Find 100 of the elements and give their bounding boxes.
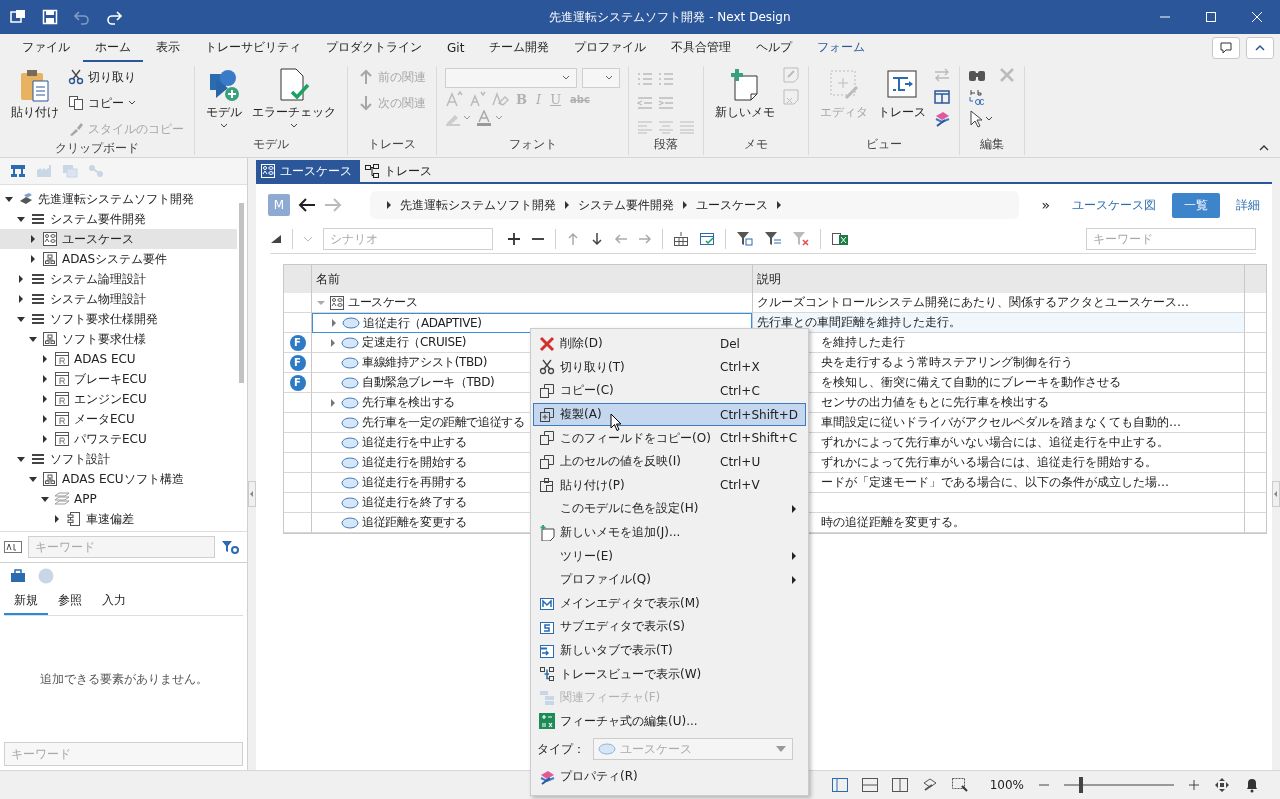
menu-item[interactable]: 切り取り(T) Ctrl+X [533,355,806,380]
tree-view-icon[interactable] [10,164,26,178]
ribbon-tab[interactable]: ファイル [10,34,82,62]
view-tab[interactable]: ユースケース図 [1064,193,1164,217]
tree-item[interactable]: 車速偏差 [0,509,237,529]
breadcrumb-item[interactable]: 先進運転システムソフト開発 [400,196,556,214]
expand-arrow-icon[interactable] [52,514,62,524]
menu-item[interactable]: 新しいタブで表示(T) [533,638,806,663]
tree-item[interactable]: ADASシステム要件 [0,249,237,269]
tree-item[interactable]: 先進運転システムソフト開発 [0,189,237,209]
keyword-field[interactable]: キーワード [1086,227,1256,250]
menu-item[interactable]: メインエディタで表示(M) [533,591,806,616]
chevron-icon[interactable] [682,201,688,209]
tree-item[interactable]: ソフト設計 [0,449,237,469]
table-check-icon[interactable] [699,231,715,246]
collapse-icon[interactable] [1258,143,1270,153]
tree-item[interactable]: ソフト要求仕様 [0,329,237,349]
panel-tab[interactable]: 入力 [92,589,136,615]
add-icon[interactable] [507,231,521,246]
view-tab[interactable]: 詳細 [1228,193,1268,217]
collapse-handle-icon[interactable] [248,481,256,507]
layout-icon[interactable] [831,778,848,792]
panel-tab[interactable]: 参照 [48,589,92,615]
ribbon-tab[interactable]: 不具合管理 [659,34,744,62]
ribbon-tab[interactable]: ヘルプ [744,34,805,62]
menu-item[interactable]: このフィールドをコピー(O) Ctrl+Shift+C [533,426,806,450]
zoom-slider[interactable] [1064,777,1174,793]
move-down-icon[interactable] [590,231,604,246]
tree-item[interactable]: ユースケース [0,229,237,249]
ribbon-tab[interactable]: 表示 [144,34,192,62]
breadcrumb-item[interactable]: ユースケース [696,196,768,214]
comment-button[interactable] [1212,37,1240,59]
zoom-in-icon[interactable] [1188,779,1200,791]
style-icon[interactable] [921,778,938,792]
clear-filter-icon[interactable] [792,230,810,247]
menu-item[interactable]: ツリー(E) [533,544,806,568]
ribbon-tab[interactable]: ホーム [83,34,143,62]
menu-item[interactable]: 複製(A) Ctrl+Shift+D [533,402,806,427]
ribbon-tab[interactable]: Git [435,35,477,61]
app-icon[interactable] [10,9,26,25]
view-tab[interactable]: 一覧 [1172,192,1220,218]
tree-item[interactable]: エンジンECU [0,389,237,409]
paste-button[interactable]: 貼り付け [8,66,62,123]
menu-item[interactable]: このモデルに色を設定(H) [533,497,806,521]
tree-item[interactable]: メータECU [0,409,237,429]
copy-button[interactable]: コピー [66,92,186,114]
name-cell[interactable]: ユースケース [312,293,752,313]
cut-button[interactable]: 切り取り [66,66,186,88]
tree-item[interactable]: システム論理設計 [0,269,237,289]
tree-item[interactable]: ADAS ECUソフト構造 [0,469,237,489]
menu-item[interactable]: 削除(D) Del [533,332,806,356]
collapse-handle-icon[interactable] [1272,481,1280,507]
editor-tab[interactable]: ユースケース [256,160,360,182]
back-icon[interactable] [298,197,316,213]
menu-item[interactable]: サブエディタで表示(S) [533,615,806,639]
search-field[interactable]: キーワード [28,536,215,558]
menu-item[interactable]: プロパティ(R) [533,765,806,789]
ribbon-tab[interactable]: プロダクトライン [314,34,434,62]
bell-icon[interactable] [1244,777,1260,793]
tree-item[interactable]: システム物理設計 [0,289,237,309]
ribbon-tab[interactable]: チーム開発 [477,34,562,62]
breadcrumb-item[interactable]: システム要件開発 [578,196,674,214]
redo-icon[interactable] [106,9,122,25]
new-memo-button[interactable]: 新しいメモ [712,66,778,123]
ribbon-tab[interactable]: トレーサビリティ [193,34,313,62]
search-field[interactable]: キーワード [4,742,243,766]
spreadsheet-icon[interactable] [831,230,849,247]
menu-item[interactable]: 新しいメモを追加(J)... [533,520,806,545]
fit-icon[interactable] [1214,777,1230,793]
toolbox-icon[interactable] [10,569,26,583]
tree-item[interactable]: ソフト要求仕様開発 [0,309,237,329]
tree-item[interactable]: パワステECU [0,429,237,449]
column-header[interactable]: 名前 [312,265,752,293]
menu-item[interactable]: トレースビューで表示(W) [533,662,806,686]
layout-icon[interactable] [861,778,878,792]
error-check-button[interactable]: エラーチェック [249,66,339,131]
ribbon-tab[interactable]: フォーム [805,34,878,62]
menu-item[interactable]: プロファイル(Q) [533,567,806,592]
filter-settings-icon[interactable] [221,539,239,555]
chevron-icon[interactable] [386,201,392,209]
menu-item[interactable]: フィーチャ式の編集(U)... [533,709,806,734]
save-icon[interactable] [42,9,58,25]
filter-text-icon[interactable] [764,230,782,247]
menu-item[interactable]: 貼り付け(P) Ctrl+V [533,473,806,498]
tree-item[interactable]: APP [0,489,237,509]
menu-item[interactable]: 上のセルの値を反映(I) Ctrl+U [533,449,806,474]
selection-icon[interactable] [951,778,968,792]
chevron-icon[interactable] [564,201,570,209]
filter-icon[interactable] [736,230,754,247]
level-icon[interactable] [270,233,282,244]
tree-item[interactable]: ADAS ECU [0,349,237,369]
tree-item[interactable]: ブレーキECU [0,369,237,389]
model-button[interactable]: モデル [203,66,245,131]
scenario-field[interactable]: シナリオ [323,227,493,250]
ribbon-tab[interactable]: プロファイル [562,34,659,62]
trace-view-button[interactable]: トレース [875,66,929,123]
menu-item[interactable]: コピー(C) Ctrl+C [533,379,806,403]
tree-item[interactable]: システム要件開発 [0,209,237,229]
editor-tab[interactable]: トレース [360,160,440,182]
panel-tab[interactable]: 新規 [4,589,48,615]
